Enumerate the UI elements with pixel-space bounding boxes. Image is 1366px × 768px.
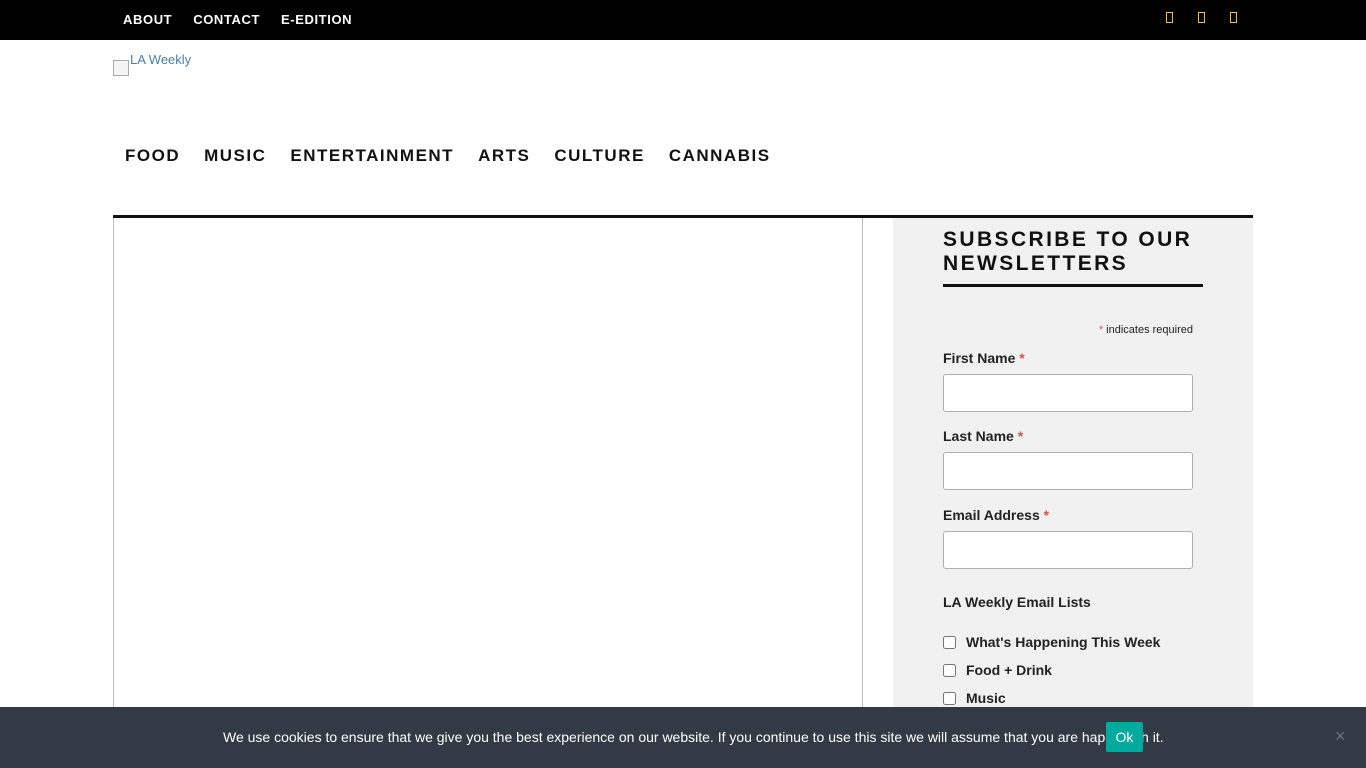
required-star: * — [1017, 428, 1024, 444]
social-links — [1166, 12, 1262, 23]
required-star: * — [1043, 507, 1050, 523]
top-links: ABOUT CONTACT E-EDITION — [123, 12, 373, 27]
last-name-field[interactable] — [943, 452, 1193, 490]
close-icon[interactable]: × — [1335, 727, 1346, 745]
top-link-about[interactable]: ABOUT — [123, 12, 172, 27]
newsletter-title: SUBSCRIBE TO OUR NEWSLETTERS — [943, 228, 1193, 275]
required-note: * indicates required — [943, 324, 1193, 336]
nav-item-cannabis[interactable]: CANNABIS — [669, 146, 771, 166]
logo-alt-text: LA Weekly — [130, 52, 192, 67]
newsletter-sidebar: SUBSCRIBE TO OUR NEWSLETTERS * indicates… — [893, 218, 1253, 718]
nav-item-culture[interactable]: CULTURE — [554, 146, 644, 166]
music-checkbox[interactable] — [943, 691, 956, 705]
twitter-icon[interactable] — [1198, 12, 1205, 23]
top-bar: ABOUT CONTACT E-EDITION — [0, 0, 1366, 40]
title-divider — [943, 284, 1203, 287]
email-field[interactable] — [943, 531, 1193, 569]
required-star: * — [1019, 350, 1025, 366]
list-item-whats-happening[interactable]: What's Happening This Week — [943, 634, 1160, 650]
broken-image-icon — [113, 60, 129, 76]
first-name-field[interactable] — [943, 374, 1193, 412]
cookie-ok-button[interactable]: Ok — [1106, 722, 1143, 752]
list-item-music[interactable]: Music — [943, 690, 1006, 706]
nav-item-entertainment[interactable]: ENTERTAINMENT — [290, 146, 454, 166]
required-star: * — [1098, 324, 1104, 336]
cookie-banner: We use cookies to ensure that we give yo… — [0, 707, 1366, 768]
top-link-contact[interactable]: CONTACT — [193, 12, 260, 27]
food-drink-checkbox[interactable] — [943, 663, 956, 677]
main-nav: FOOD MUSIC ENTERTAINMENT ARTS CULTURE CA… — [125, 146, 795, 166]
facebook-icon[interactable] — [1166, 12, 1173, 23]
first-name-label: First Name * — [943, 350, 1025, 366]
site-logo[interactable]: LA Weekly — [113, 53, 223, 77]
whats-happening-checkbox[interactable] — [943, 635, 956, 649]
last-name-label: Last Name * — [943, 428, 1024, 444]
required-note-text: indicates required — [1106, 324, 1193, 336]
cookie-message: We use cookies to ensure that we give yo… — [223, 729, 1164, 745]
nav-item-food[interactable]: FOOD — [125, 146, 180, 166]
top-link-e-edition[interactable]: E-EDITION — [281, 12, 352, 27]
list-item-food-drink[interactable]: Food + Drink — [943, 662, 1052, 678]
email-label: Email Address * — [943, 507, 1050, 523]
email-lists-label: LA Weekly Email Lists — [943, 594, 1091, 610]
nav-item-music[interactable]: MUSIC — [204, 146, 266, 166]
nav-item-arts[interactable]: ARTS — [478, 146, 530, 166]
instagram-icon[interactable] — [1230, 12, 1237, 23]
main-content-area — [113, 218, 863, 718]
